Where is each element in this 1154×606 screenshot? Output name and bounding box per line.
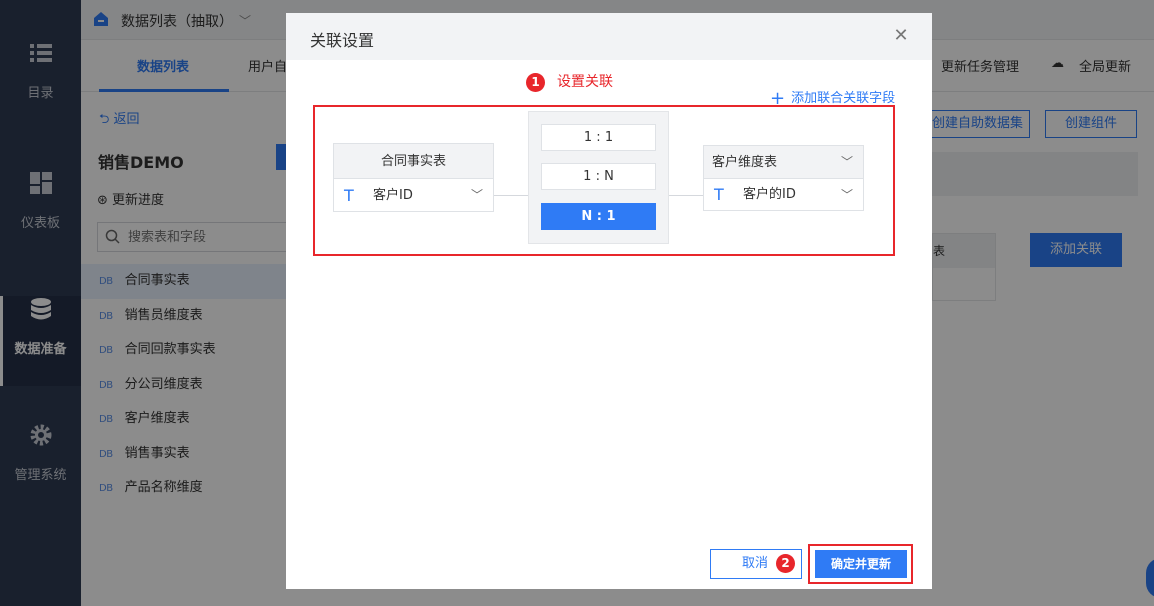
left-table-card: 合同事实表 T 客户ID ﹀	[333, 143, 494, 212]
text-type-icon: T	[344, 186, 354, 205]
right-table-card: 客户维度表 ﹀ T 客户的ID ﹀	[703, 145, 864, 211]
close-icon[interactable]: ✕	[890, 25, 912, 47]
right-field-select[interactable]: T 客户的ID ﹀	[704, 179, 863, 211]
left-field-select[interactable]: T 客户ID ﹀	[334, 179, 493, 212]
step-badge: 2	[776, 554, 795, 573]
step-badge: 1	[526, 73, 545, 92]
chevron-down-icon: ﹀	[840, 188, 853, 202]
modal-title: 关联设置	[310, 31, 375, 50]
chevron-down-icon: ﹀	[470, 188, 483, 202]
step2-annotation: 2	[776, 554, 795, 573]
connector-line	[669, 195, 703, 196]
step1-text: 设置关联	[557, 74, 613, 90]
confirm-update-button[interactable]: 确定并更新	[815, 550, 907, 578]
chevron-down-icon: ﹀	[840, 155, 853, 169]
left-field-value: 客户ID	[373, 188, 413, 203]
add-joint-field-label: 添加联合关联字段	[791, 91, 896, 106]
relation-option-1-n[interactable]: 1 : N	[541, 163, 656, 190]
relation-option-n-1[interactable]: N : 1	[541, 203, 656, 230]
relation-settings-modal: 关联设置 ✕ 1 设置关联 + 添加联合关联字段 合同事实表 T 客户ID ﹀ 1 …	[286, 13, 932, 589]
connector-line	[494, 195, 528, 196]
right-field-value: 客户的ID	[743, 187, 796, 202]
left-table-name: 合同事实表	[334, 144, 493, 179]
right-table-select[interactable]: 客户维度表 ﹀	[704, 146, 863, 179]
step1-annotation: 1 设置关联	[526, 71, 613, 92]
modal-header: 关联设置 ✕	[286, 13, 932, 60]
relation-type-panel: 1 : 1 1 : N N : 1	[528, 111, 669, 244]
text-type-icon: T	[714, 185, 724, 204]
relation-option-1-1[interactable]: 1 : 1	[541, 124, 656, 151]
right-table-name: 客户维度表	[712, 155, 778, 170]
